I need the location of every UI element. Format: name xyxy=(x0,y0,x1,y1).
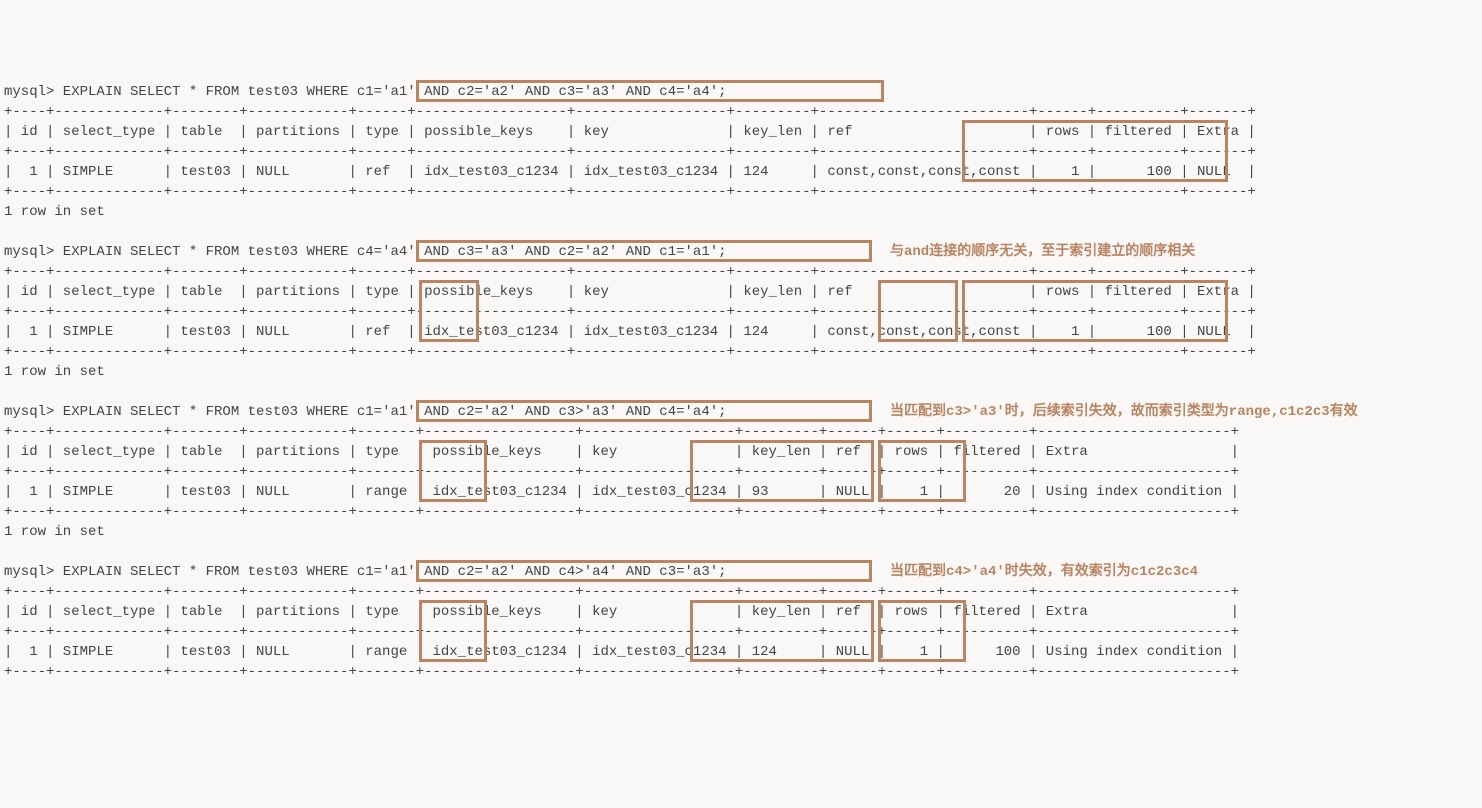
table-row: | 1 | SIMPLE | test03 | NULL | range | i… xyxy=(0,482,1482,502)
sql-prompt: mysql> EXPLAIN SELECT * FROM test03 WHER… xyxy=(4,404,357,420)
result-footer xyxy=(0,682,1482,702)
table-separator: +----+-------------+--------+-----------… xyxy=(0,462,1482,482)
table-separator: +----+-------------+--------+-----------… xyxy=(0,422,1482,442)
table-header: | id | select_type | table | partitions … xyxy=(0,602,1482,622)
sql-where-clause: c4='a4' AND c3='a3' AND c2='a2' AND c1='… xyxy=(357,244,727,260)
blank-line xyxy=(0,382,1482,402)
annotation-note: 与and连接的顺序无关，至于索引建立的顺序相关 xyxy=(890,242,1195,262)
result-footer: 1 row in set xyxy=(0,202,1482,222)
sql-prompt-line: mysql> EXPLAIN SELECT * FROM test03 WHER… xyxy=(0,82,1482,102)
sql-prompt: mysql> EXPLAIN SELECT * FROM test03 WHER… xyxy=(4,564,357,580)
table-separator: +----+-------------+--------+-----------… xyxy=(0,182,1482,202)
table-separator: +----+-------------+--------+-----------… xyxy=(0,622,1482,642)
sql-where-clause: c1='a1' AND c2='a2' AND c3='a3' AND c4='… xyxy=(357,84,727,100)
table-header: | id | select_type | table | partitions … xyxy=(0,282,1482,302)
sql-prompt-line: mysql> EXPLAIN SELECT * FROM test03 WHER… xyxy=(0,562,1482,582)
sql-prompt-line: mysql> EXPLAIN SELECT * FROM test03 WHER… xyxy=(0,402,1482,422)
table-header: | id | select_type | table | partitions … xyxy=(0,442,1482,462)
sql-prompt: mysql> EXPLAIN SELECT * FROM test03 WHER… xyxy=(4,244,357,260)
table-separator: +----+-------------+--------+-----------… xyxy=(0,142,1482,162)
table-separator: +----+-------------+--------+-----------… xyxy=(0,582,1482,602)
table-separator: +----+-------------+--------+-----------… xyxy=(0,502,1482,522)
sql-where-clause: c1='a1' AND c2='a2' AND c4>'a4' AND c3='… xyxy=(357,564,727,580)
terminal-output: mysql> EXPLAIN SELECT * FROM test03 WHER… xyxy=(0,82,1482,702)
result-footer: 1 row in set xyxy=(0,522,1482,542)
table-separator: +----+-------------+--------+-----------… xyxy=(0,262,1482,282)
sql-prompt-line: mysql> EXPLAIN SELECT * FROM test03 WHER… xyxy=(0,242,1482,262)
table-separator: +----+-------------+--------+-----------… xyxy=(0,662,1482,682)
table-row: | 1 | SIMPLE | test03 | NULL | range | i… xyxy=(0,642,1482,662)
sql-prompt: mysql> EXPLAIN SELECT * FROM test03 WHER… xyxy=(4,84,357,100)
blank-line xyxy=(0,542,1482,562)
table-row: | 1 | SIMPLE | test03 | NULL | ref | idx… xyxy=(0,162,1482,182)
table-row: | 1 | SIMPLE | test03 | NULL | ref | idx… xyxy=(0,322,1482,342)
blank-line xyxy=(0,222,1482,242)
table-header: | id | select_type | table | partitions … xyxy=(0,122,1482,142)
sql-where-clause: c1='a1' AND c2='a2' AND c3>'a3' AND c4='… xyxy=(357,404,727,420)
annotation-note: 当匹配到c3>'a3'时，后续索引失效，故而索引类型为range,c1c2c3有… xyxy=(890,402,1358,422)
table-separator: +----+-------------+--------+-----------… xyxy=(0,102,1482,122)
table-separator: +----+-------------+--------+-----------… xyxy=(0,302,1482,322)
result-footer: 1 row in set xyxy=(0,362,1482,382)
table-separator: +----+-------------+--------+-----------… xyxy=(0,342,1482,362)
annotation-note: 当匹配到c4>'a4'时失效，有效索引为c1c2c3c4 xyxy=(890,562,1198,582)
